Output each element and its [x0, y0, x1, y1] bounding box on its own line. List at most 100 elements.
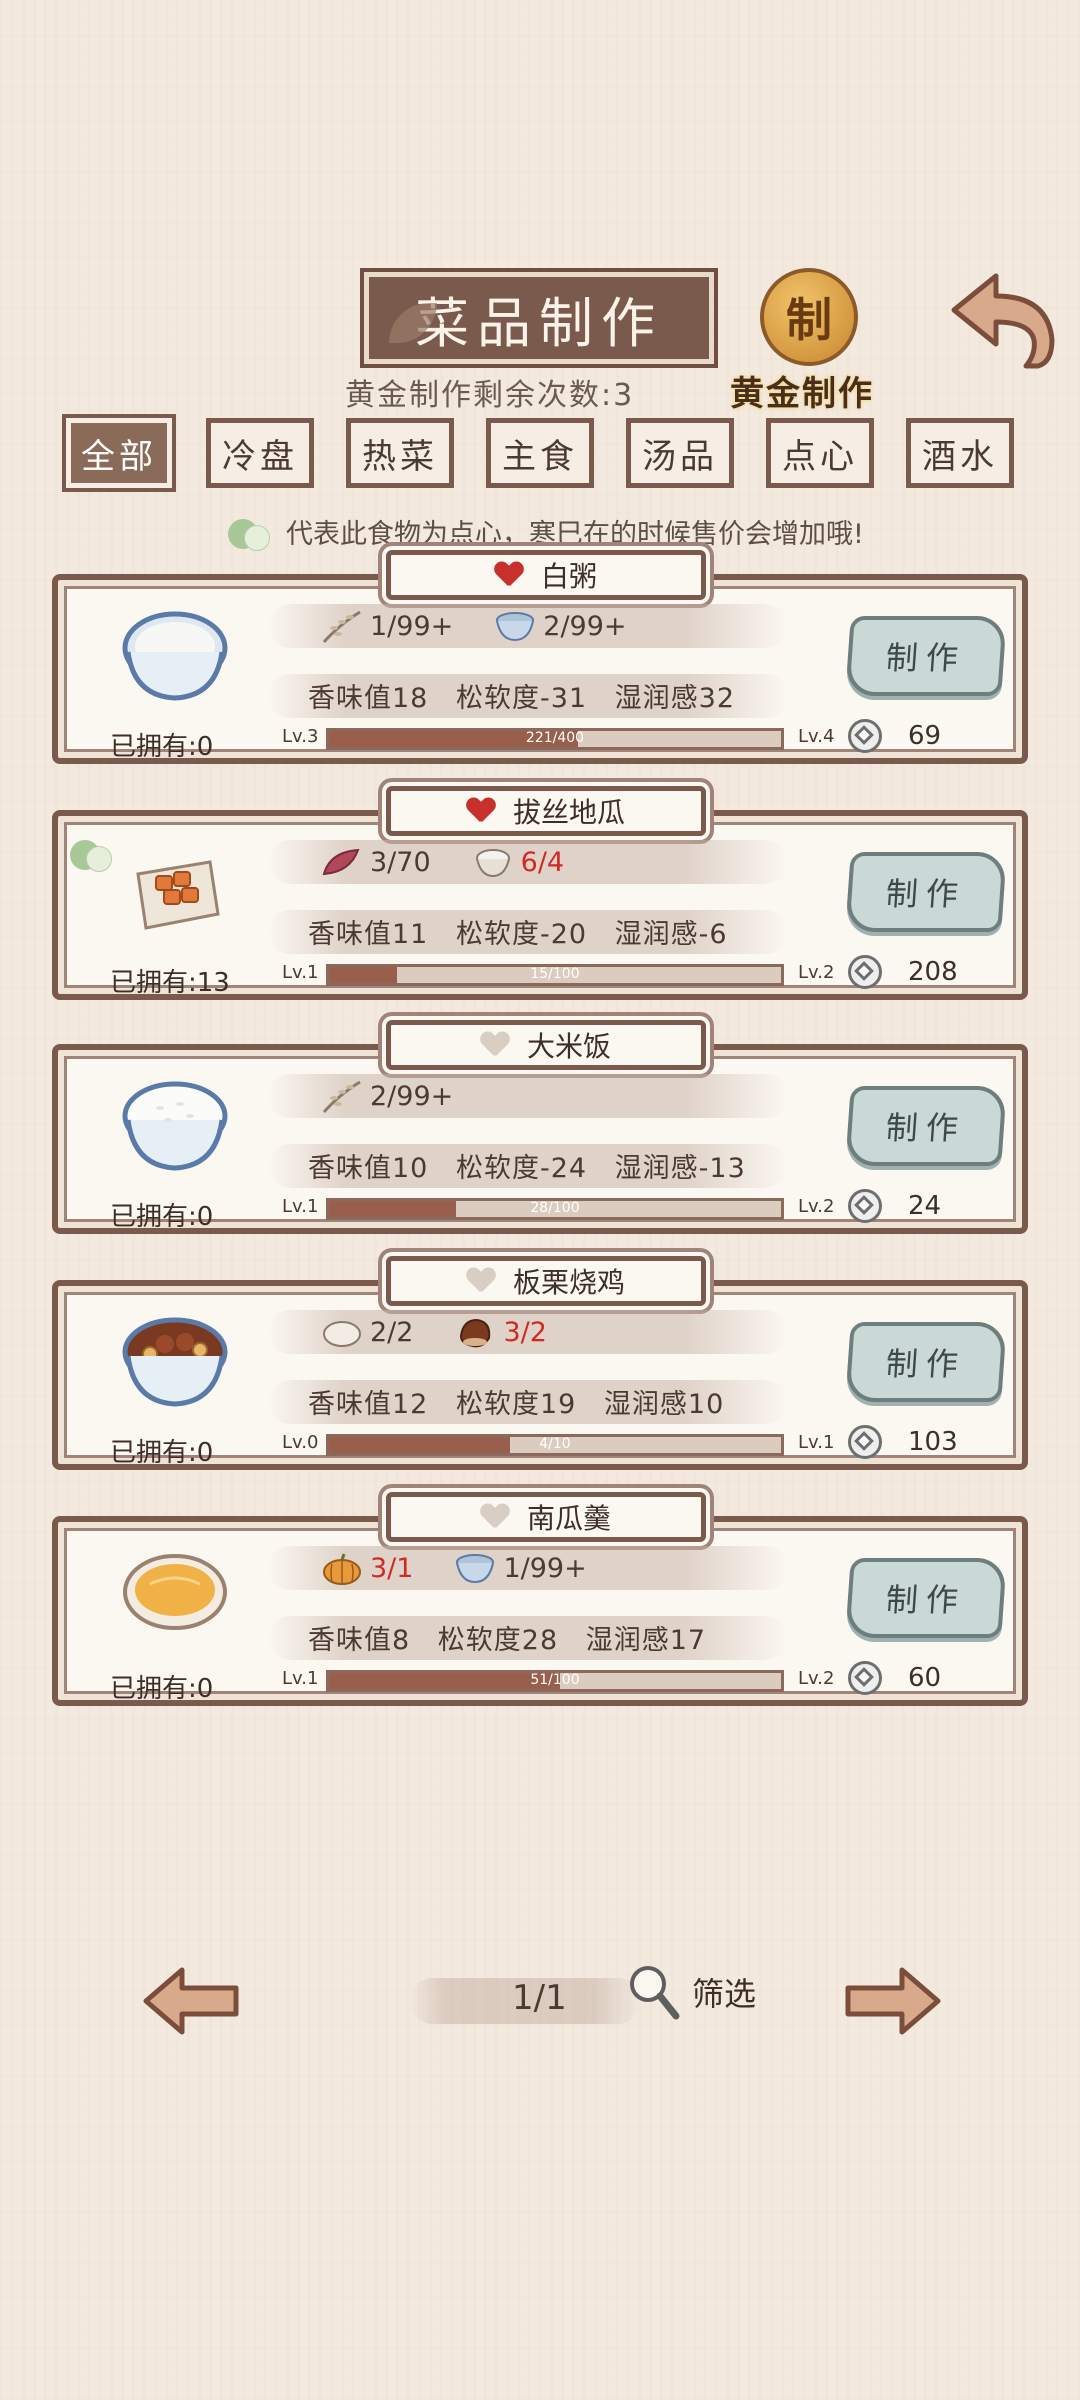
- ingredient-amount: 1/99+: [503, 1552, 587, 1584]
- softness-stat: 松软度-24: [455, 1153, 588, 1184]
- favorite-heart-icon[interactable]: [495, 562, 523, 588]
- ingredient-chestnut[interactable]: 3/2: [453, 1314, 547, 1350]
- softness-stat: 松软度28: [437, 1625, 559, 1656]
- recipe-name: 板栗烧鸡: [512, 1266, 625, 1299]
- tab-label: 全部: [81, 436, 157, 477]
- rice-stalk-icon: [322, 610, 361, 643]
- next-level: Lv.4: [798, 726, 835, 747]
- ingredient-row: 1/99+ 2/99+: [320, 608, 627, 644]
- tab-hot-dishes[interactable]: 热菜: [346, 418, 454, 488]
- tab-label: 酒水: [922, 436, 998, 477]
- pumpkin-icon: [323, 1553, 361, 1585]
- ingredient-pumpkin[interactable]: 3/1: [320, 1550, 413, 1586]
- back-arrow-icon[interactable]: [948, 270, 1058, 370]
- aroma-stat: 香味值8: [308, 1625, 411, 1656]
- pumpkin-soup-icon: [123, 1554, 227, 1630]
- moisture-stat: 湿润感10: [603, 1389, 725, 1420]
- tab-cold-dishes[interactable]: 冷盘: [206, 418, 314, 488]
- recipe-name-plate: 拔丝地瓜: [386, 786, 706, 836]
- tab-label: 冷盘: [222, 436, 298, 477]
- favorite-heart-icon[interactable]: [467, 1268, 495, 1294]
- make-button[interactable]: 制作: [845, 1086, 1007, 1166]
- bowl-icon: [456, 1554, 495, 1584]
- progress-text: 15/100: [530, 966, 580, 982]
- price: 69: [848, 716, 998, 756]
- white-porridge-icon: [122, 611, 228, 701]
- recipe-stats: 香味值18 松软度-31 湿润感32: [308, 676, 753, 715]
- coin-icon: [848, 1661, 882, 1695]
- current-level: Lv.1: [282, 962, 319, 983]
- ingredient-sugar[interactable]: 6/4: [471, 844, 564, 880]
- coin-icon: [848, 1189, 882, 1223]
- ingredient-rice[interactable]: 1/99+: [320, 608, 453, 644]
- make-button[interactable]: 制作: [845, 616, 1007, 696]
- tab-label: 点心: [782, 436, 858, 477]
- ingredient-amount: 3/1: [370, 1552, 414, 1584]
- ingredient-row: 2/99+: [320, 1078, 453, 1114]
- tab-label: 主食: [502, 436, 578, 477]
- price-value: 103: [908, 1427, 958, 1457]
- level-progress-bar: 221/400: [326, 728, 784, 750]
- steamed-rice-icon: [122, 1081, 228, 1171]
- bowl-icon: [496, 612, 535, 642]
- moisture-stat: 湿润感-6: [614, 919, 728, 950]
- gold-craft-button[interactable]: 制: [760, 268, 858, 366]
- ingredient-amount: 2/2: [370, 1316, 414, 1348]
- moisture-stat: 湿润感-13: [614, 1153, 746, 1184]
- make-button[interactable]: 制作: [845, 852, 1007, 932]
- favorite-heart-icon[interactable]: [481, 1032, 509, 1058]
- filter-button[interactable]: 筛选: [624, 1962, 756, 2022]
- dessert-icon: [70, 836, 114, 872]
- gold-craft-remaining: 黄金制作剩余次数:3: [345, 378, 635, 413]
- recipe-stats: 香味值8 松软度28 湿润感17: [308, 1618, 724, 1657]
- sugar-bowl-icon: [475, 849, 510, 878]
- recipe-name: 大米饭: [526, 1030, 611, 1063]
- progress-text: 51/100: [530, 1672, 580, 1688]
- gold-craft-label[interactable]: 黄金制作: [730, 366, 874, 415]
- next-page-arrow-icon[interactable]: [842, 1966, 942, 2036]
- recipe-name-plate: 板栗烧鸡: [386, 1256, 706, 1306]
- tab-dessert[interactable]: 点心: [766, 418, 874, 488]
- recipe-stats: 香味值12 松软度19 湿润感10: [308, 1382, 742, 1421]
- ingredient-chicken[interactable]: 2/2: [320, 1314, 413, 1350]
- tab-soup[interactable]: 汤品: [626, 418, 734, 488]
- ingredient-rice[interactable]: 2/99+: [320, 1078, 453, 1114]
- rice-stalk-icon: [322, 1080, 361, 1113]
- ingredient-amount: 6/4: [520, 846, 565, 878]
- current-level: Lv.1: [282, 1196, 319, 1217]
- ingredient-bowl[interactable]: 1/99+: [453, 1550, 587, 1586]
- coin-icon: [848, 1425, 882, 1459]
- favorite-heart-icon[interactable]: [467, 798, 495, 824]
- price: 24: [848, 1186, 998, 1226]
- tab-drinks[interactable]: 酒水: [906, 418, 1014, 488]
- owned-count: 已拥有:0: [110, 1202, 214, 1232]
- price-value: 60: [908, 1663, 942, 1693]
- next-level: Lv.2: [798, 1668, 835, 1689]
- ingredient-amount: 2/99+: [543, 610, 627, 642]
- recipe-card-pumpkin-soup: 南瓜羹 已拥有:0 3/1 1/99+ 香味值8 松软度28 湿润感17 Lv.…: [52, 1492, 1028, 1706]
- recipe-name: 拔丝地瓜: [512, 796, 625, 829]
- chestnut-icon: [460, 1318, 491, 1348]
- recipe-name: 白粥: [540, 560, 597, 593]
- make-button[interactable]: 制作: [845, 1322, 1007, 1402]
- ingredient-amount: 1/99+: [370, 610, 454, 642]
- recipe-name-plate: 南瓜羹: [386, 1492, 706, 1542]
- dessert-hint: 代表此食物为点心，寒巳在的时候售价会增加哦!: [228, 512, 864, 551]
- level-progress-bar: 15/100: [326, 964, 784, 986]
- favorite-heart-icon[interactable]: [481, 1504, 509, 1530]
- ingredient-row: 3/70 6/4: [320, 844, 564, 880]
- recipe-card-candied-sweet-potato: 拔丝地瓜 已拥有:13 3/70 6/4 香味值11 松软度-20 湿润感-6 …: [52, 786, 1028, 1000]
- previous-page-arrow-icon[interactable]: [142, 1966, 242, 2036]
- recipe-name: 南瓜羹: [526, 1502, 611, 1535]
- ingredient-sweet-potato[interactable]: 3/70: [320, 844, 431, 880]
- next-level: Lv.2: [798, 962, 835, 983]
- magnifier-icon: [630, 1966, 680, 2020]
- ingredient-bowl[interactable]: 2/99+: [493, 608, 627, 644]
- ingredient-row: 2/2 3/2: [320, 1314, 547, 1350]
- level-progress-bar: 51/100: [326, 1670, 784, 1692]
- tab-staple[interactable]: 主食: [486, 418, 594, 488]
- softness-stat: 松软度-20: [455, 919, 588, 950]
- tab-all[interactable]: 全部: [62, 414, 176, 492]
- make-button[interactable]: 制作: [845, 1558, 1007, 1638]
- gold-seal-char: 制: [786, 293, 832, 347]
